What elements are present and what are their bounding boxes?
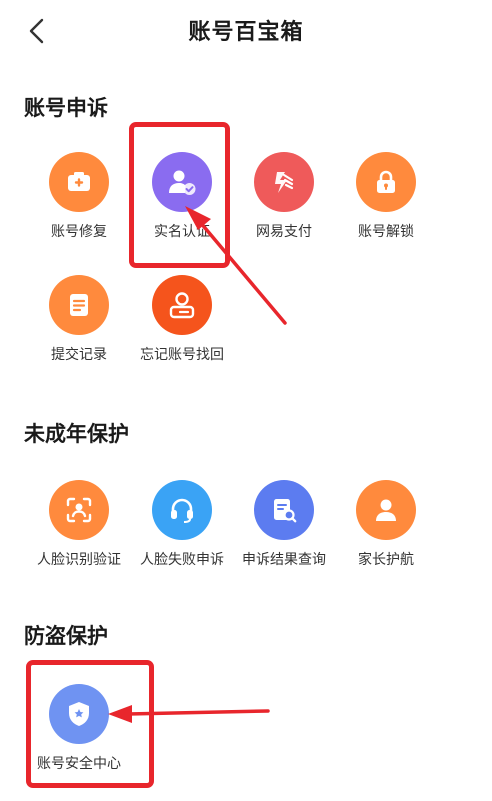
person-icon	[356, 480, 416, 540]
highlight-box-security-center	[26, 660, 154, 788]
parental-guard-button[interactable]: 家长护航	[334, 480, 438, 590]
appeal-result-query-label: 申诉结果查询	[242, 552, 326, 568]
document-icon	[49, 275, 109, 335]
forgot-account-label: 忘记账号找回	[140, 347, 224, 363]
document-search-icon	[254, 480, 314, 540]
face-verify-label: 人脸识别验证	[37, 552, 121, 568]
account-repair-label: 账号修复	[51, 224, 107, 240]
face-fail-appeal-button[interactable]: 人脸失败申诉	[130, 480, 234, 590]
parental-guard-label: 家长护航	[358, 552, 414, 568]
netease-pay-button[interactable]: 网易支付	[232, 152, 336, 262]
account-unlock-button[interactable]: 账号解锁	[334, 152, 438, 262]
lock-icon	[356, 152, 416, 212]
page-title: 账号百宝箱	[188, 20, 304, 45]
face-verify-button[interactable]: 人脸识别验证	[27, 480, 131, 590]
payment-icon	[254, 152, 314, 212]
section-title-minor-protection: 未成年保护	[24, 422, 129, 446]
account-repair-button[interactable]: 账号修复	[27, 152, 131, 262]
face-scan-icon	[49, 480, 109, 540]
submit-records-button[interactable]: 提交记录	[27, 275, 131, 385]
headset-icon	[152, 480, 212, 540]
section-title-account-appeal: 账号申诉	[24, 96, 108, 120]
account-unlock-label: 账号解锁	[358, 224, 414, 240]
account-toolbox-page: 账号百宝箱 账号申诉 账号修复 实名认证 网易支付 账号解锁 提交记录 忘记账号…	[0, 0, 492, 801]
user-card-icon	[152, 275, 212, 335]
header-bar: 账号百宝箱	[0, 0, 492, 62]
appeal-result-query-button[interactable]: 申诉结果查询	[232, 480, 336, 590]
section-title-anti-theft: 防盗保护	[24, 624, 108, 648]
submit-records-label: 提交记录	[51, 347, 107, 363]
highlight-box-real-name	[129, 122, 230, 268]
face-fail-appeal-label: 人脸失败申诉	[140, 552, 224, 568]
forgot-account-button[interactable]: 忘记账号找回	[130, 275, 234, 385]
netease-pay-label: 网易支付	[256, 224, 312, 240]
camera-icon	[49, 152, 109, 212]
